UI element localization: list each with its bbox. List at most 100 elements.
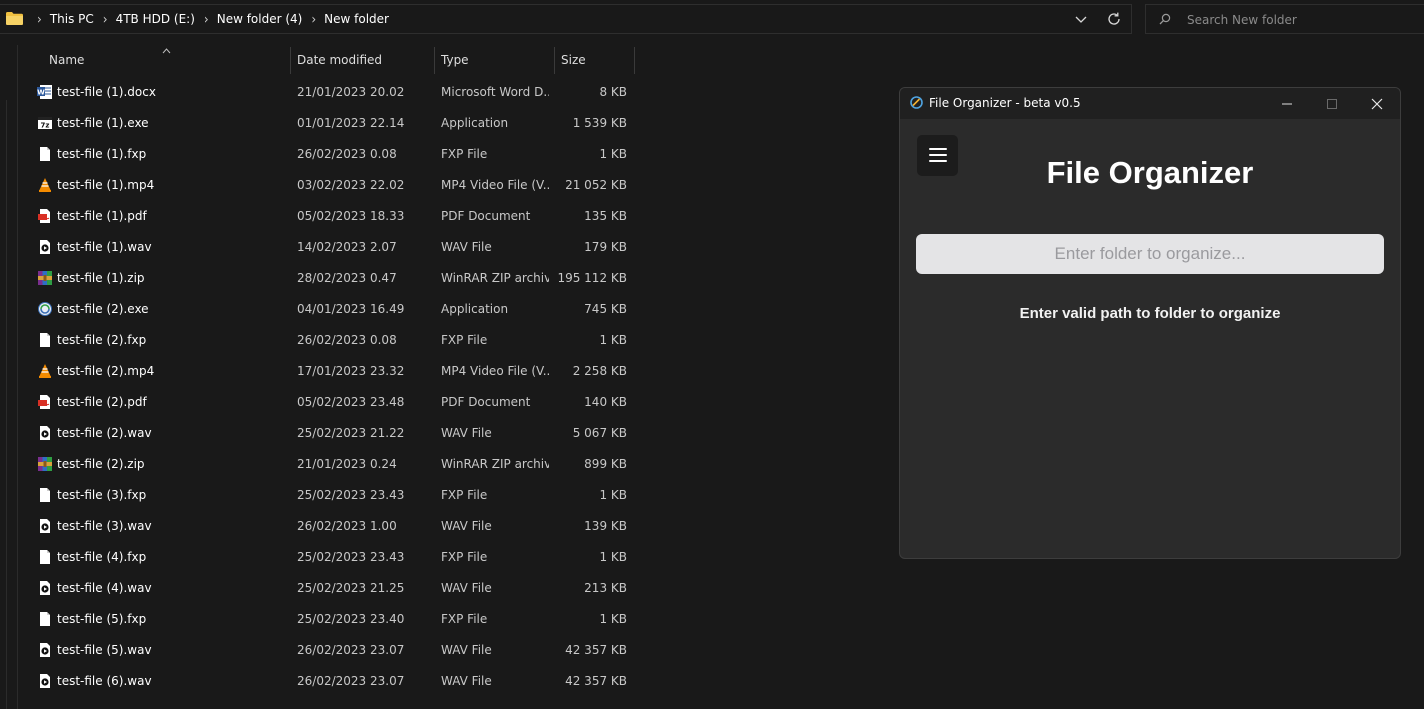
file-size: 1 KB bbox=[599, 612, 627, 626]
folder-path-input[interactable] bbox=[916, 234, 1384, 274]
maximize-button[interactable] bbox=[1309, 88, 1355, 119]
file-name: test-file (1).pdf bbox=[57, 209, 147, 223]
file-list: Wtest-file (1).docx 21/01/2023 20.02 Micro… bbox=[0, 77, 640, 697]
file-size: 195 112 KB bbox=[557, 271, 627, 285]
window-title: File Organizer - beta v0.5 bbox=[929, 96, 1081, 110]
file-size: 42 357 KB bbox=[565, 674, 627, 688]
column-header: Name Date modified Type Size bbox=[0, 45, 640, 75]
file-row[interactable]: test-file (1).zip 28/02/2023 0.47 WinRAR Z… bbox=[0, 263, 640, 294]
breadcrumb-chevron-icon[interactable]: › bbox=[103, 11, 108, 26]
file-row[interactable]: test-file (5).fxp 25/02/2023 23.40 FXP Fil… bbox=[0, 604, 640, 635]
file-size: 213 KB bbox=[584, 581, 627, 595]
breadcrumb-item[interactable]: New folder bbox=[324, 12, 389, 26]
close-icon bbox=[1371, 98, 1383, 110]
file-type: FXP File bbox=[441, 488, 488, 502]
file-type: MP4 Video File (V... bbox=[441, 364, 549, 378]
breadcrumb-chevron-icon[interactable]: › bbox=[311, 11, 316, 26]
file-row[interactable]: test-file (2).wav 25/02/2023 21.22 WAV Fil… bbox=[0, 418, 640, 449]
file-type: MP4 Video File (V... bbox=[441, 178, 549, 192]
column-divider[interactable] bbox=[290, 47, 291, 74]
title-bar[interactable]: File Organizer - beta v0.5 bbox=[900, 88, 1400, 119]
breadcrumb-chevron-icon[interactable]: › bbox=[204, 11, 209, 26]
file-size: 1 KB bbox=[599, 488, 627, 502]
file-row[interactable]: test-file (2).fxp 26/02/2023 0.08 FXP File… bbox=[0, 325, 640, 356]
file-row[interactable]: test-file (1).wav 14/02/2023 2.07 WAV File… bbox=[0, 232, 640, 263]
file-name: test-file (1).docx bbox=[57, 85, 156, 99]
file-row[interactable]: test-file (6).wav 26/02/2023 23.07 WAV Fil… bbox=[0, 666, 640, 697]
column-divider[interactable] bbox=[634, 47, 635, 74]
minimize-button[interactable] bbox=[1264, 88, 1310, 119]
file-date-modified: 26/02/2023 0.08 bbox=[297, 147, 397, 161]
file-icon bbox=[40, 147, 50, 161]
file-name: test-file (4).fxp bbox=[57, 550, 147, 564]
file-row[interactable]: test-file (4).fxp 25/02/2023 23.43 FXP Fil… bbox=[0, 542, 640, 573]
file-icon bbox=[40, 612, 50, 626]
file-row[interactable]: test-file (3).fxp 25/02/2023 23.43 FXP Fil… bbox=[0, 480, 640, 511]
address-bar[interactable]: › This PC › 4TB HDD (E:) › New folder (4) › New… bbox=[0, 4, 1132, 34]
file-row[interactable]: test-file (1).pdf 05/02/2023 18.33 PDF Doc… bbox=[0, 201, 640, 232]
file-name: test-file (3).wav bbox=[57, 519, 152, 533]
column-type-header[interactable]: Type bbox=[441, 45, 469, 75]
file-type: WAV File bbox=[441, 643, 492, 657]
file-size: 2 258 KB bbox=[572, 364, 627, 378]
chevron-down-icon[interactable] bbox=[1075, 13, 1087, 25]
maximize-icon bbox=[1327, 99, 1337, 109]
file-date-modified: 14/02/2023 2.07 bbox=[297, 240, 397, 254]
file-row[interactable]: 7z test-file (1).exe 01/01/2023 22.14 Appli… bbox=[0, 108, 640, 139]
file-date-modified: 25/02/2023 23.43 bbox=[297, 488, 405, 502]
close-button[interactable] bbox=[1354, 88, 1400, 119]
breadcrumb-item[interactable]: This PC bbox=[50, 12, 94, 26]
file-type: WAV File bbox=[441, 581, 492, 595]
column-name-header[interactable]: Name bbox=[49, 45, 84, 75]
file-name: test-file (2).mp4 bbox=[57, 364, 155, 378]
breadcrumb-chevron-icon[interactable]: › bbox=[37, 11, 42, 26]
file-size: 139 KB bbox=[584, 519, 627, 533]
audio-file-icon bbox=[40, 581, 50, 595]
file-row[interactable]: test-file (2).exe 04/01/2023 16.49 Applica… bbox=[0, 294, 640, 325]
file-row[interactable]: test-file (2).mp4 17/01/2023 23.32 MP4 Vid… bbox=[0, 356, 640, 387]
column-date-header[interactable]: Date modified bbox=[297, 45, 382, 75]
file-row[interactable]: test-file (5).wav 26/02/2023 23.07 WAV Fil… bbox=[0, 635, 640, 666]
file-row[interactable]: Wtest-file (1).docx 21/01/2023 20.02 Micro… bbox=[0, 77, 640, 108]
file-row[interactable]: test-file (1).fxp 26/02/2023 0.08 FXP File… bbox=[0, 139, 640, 170]
file-name: test-file (1).wav bbox=[57, 240, 152, 254]
file-size: 8 KB bbox=[599, 85, 627, 99]
file-row[interactable]: test-file (3).wav 26/02/2023 1.00 WAV File… bbox=[0, 511, 640, 542]
file-row[interactable]: test-file (4).wav 25/02/2023 21.25 WAV Fil… bbox=[0, 573, 640, 604]
search-box[interactable] bbox=[1145, 4, 1424, 34]
svg-text:7z: 7z bbox=[41, 122, 50, 130]
file-size: 1 KB bbox=[599, 147, 627, 161]
file-name: test-file (5).fxp bbox=[57, 612, 147, 626]
refresh-icon[interactable] bbox=[1107, 12, 1121, 26]
audio-file-icon bbox=[40, 426, 50, 440]
breadcrumb: › This PC › 4TB HDD (E:) › New folder (4) › New… bbox=[28, 5, 389, 33]
audio-file-icon bbox=[40, 674, 50, 688]
file-date-modified: 05/02/2023 23.48 bbox=[297, 395, 405, 409]
column-divider[interactable] bbox=[434, 47, 435, 74]
pdf-document-icon bbox=[38, 209, 50, 223]
breadcrumb-item[interactable]: 4TB HDD (E:) bbox=[116, 12, 195, 26]
file-type: WinRAR ZIP archive bbox=[441, 271, 549, 285]
breadcrumb-item[interactable]: New folder (4) bbox=[217, 12, 303, 26]
file-row[interactable]: test-file (2).pdf 05/02/2023 23.48 PDF Doc… bbox=[0, 387, 640, 418]
column-size-header[interactable]: Size bbox=[561, 45, 586, 75]
folder-icon bbox=[6, 12, 23, 25]
file-date-modified: 25/02/2023 21.22 bbox=[297, 426, 405, 440]
svg-text:W: W bbox=[37, 89, 45, 97]
file-date-modified: 05/02/2023 18.33 bbox=[297, 209, 405, 223]
file-size: 1 KB bbox=[599, 550, 627, 564]
file-name: test-file (1).zip bbox=[57, 271, 145, 285]
7zip-application-icon: 7z bbox=[38, 117, 52, 130]
search-input[interactable] bbox=[1185, 9, 1419, 31]
app-heading: File Organizer bbox=[1046, 155, 1254, 190]
file-row[interactable]: test-file (2).zip 21/01/2023 0.24 WinRAR Z… bbox=[0, 449, 640, 480]
file-date-modified: 21/01/2023 0.24 bbox=[297, 457, 397, 471]
file-row[interactable]: test-file (1).mp4 03/02/2023 22.02 MP4 Vid… bbox=[0, 170, 640, 201]
file-date-modified: 25/02/2023 21.25 bbox=[297, 581, 405, 595]
file-date-modified: 04/01/2023 16.49 bbox=[297, 302, 405, 316]
file-icon bbox=[40, 488, 50, 502]
file-type: WAV File bbox=[441, 674, 492, 688]
column-divider[interactable] bbox=[554, 47, 555, 74]
winrar-archive-icon bbox=[38, 457, 52, 471]
file-name: test-file (2).wav bbox=[57, 426, 152, 440]
